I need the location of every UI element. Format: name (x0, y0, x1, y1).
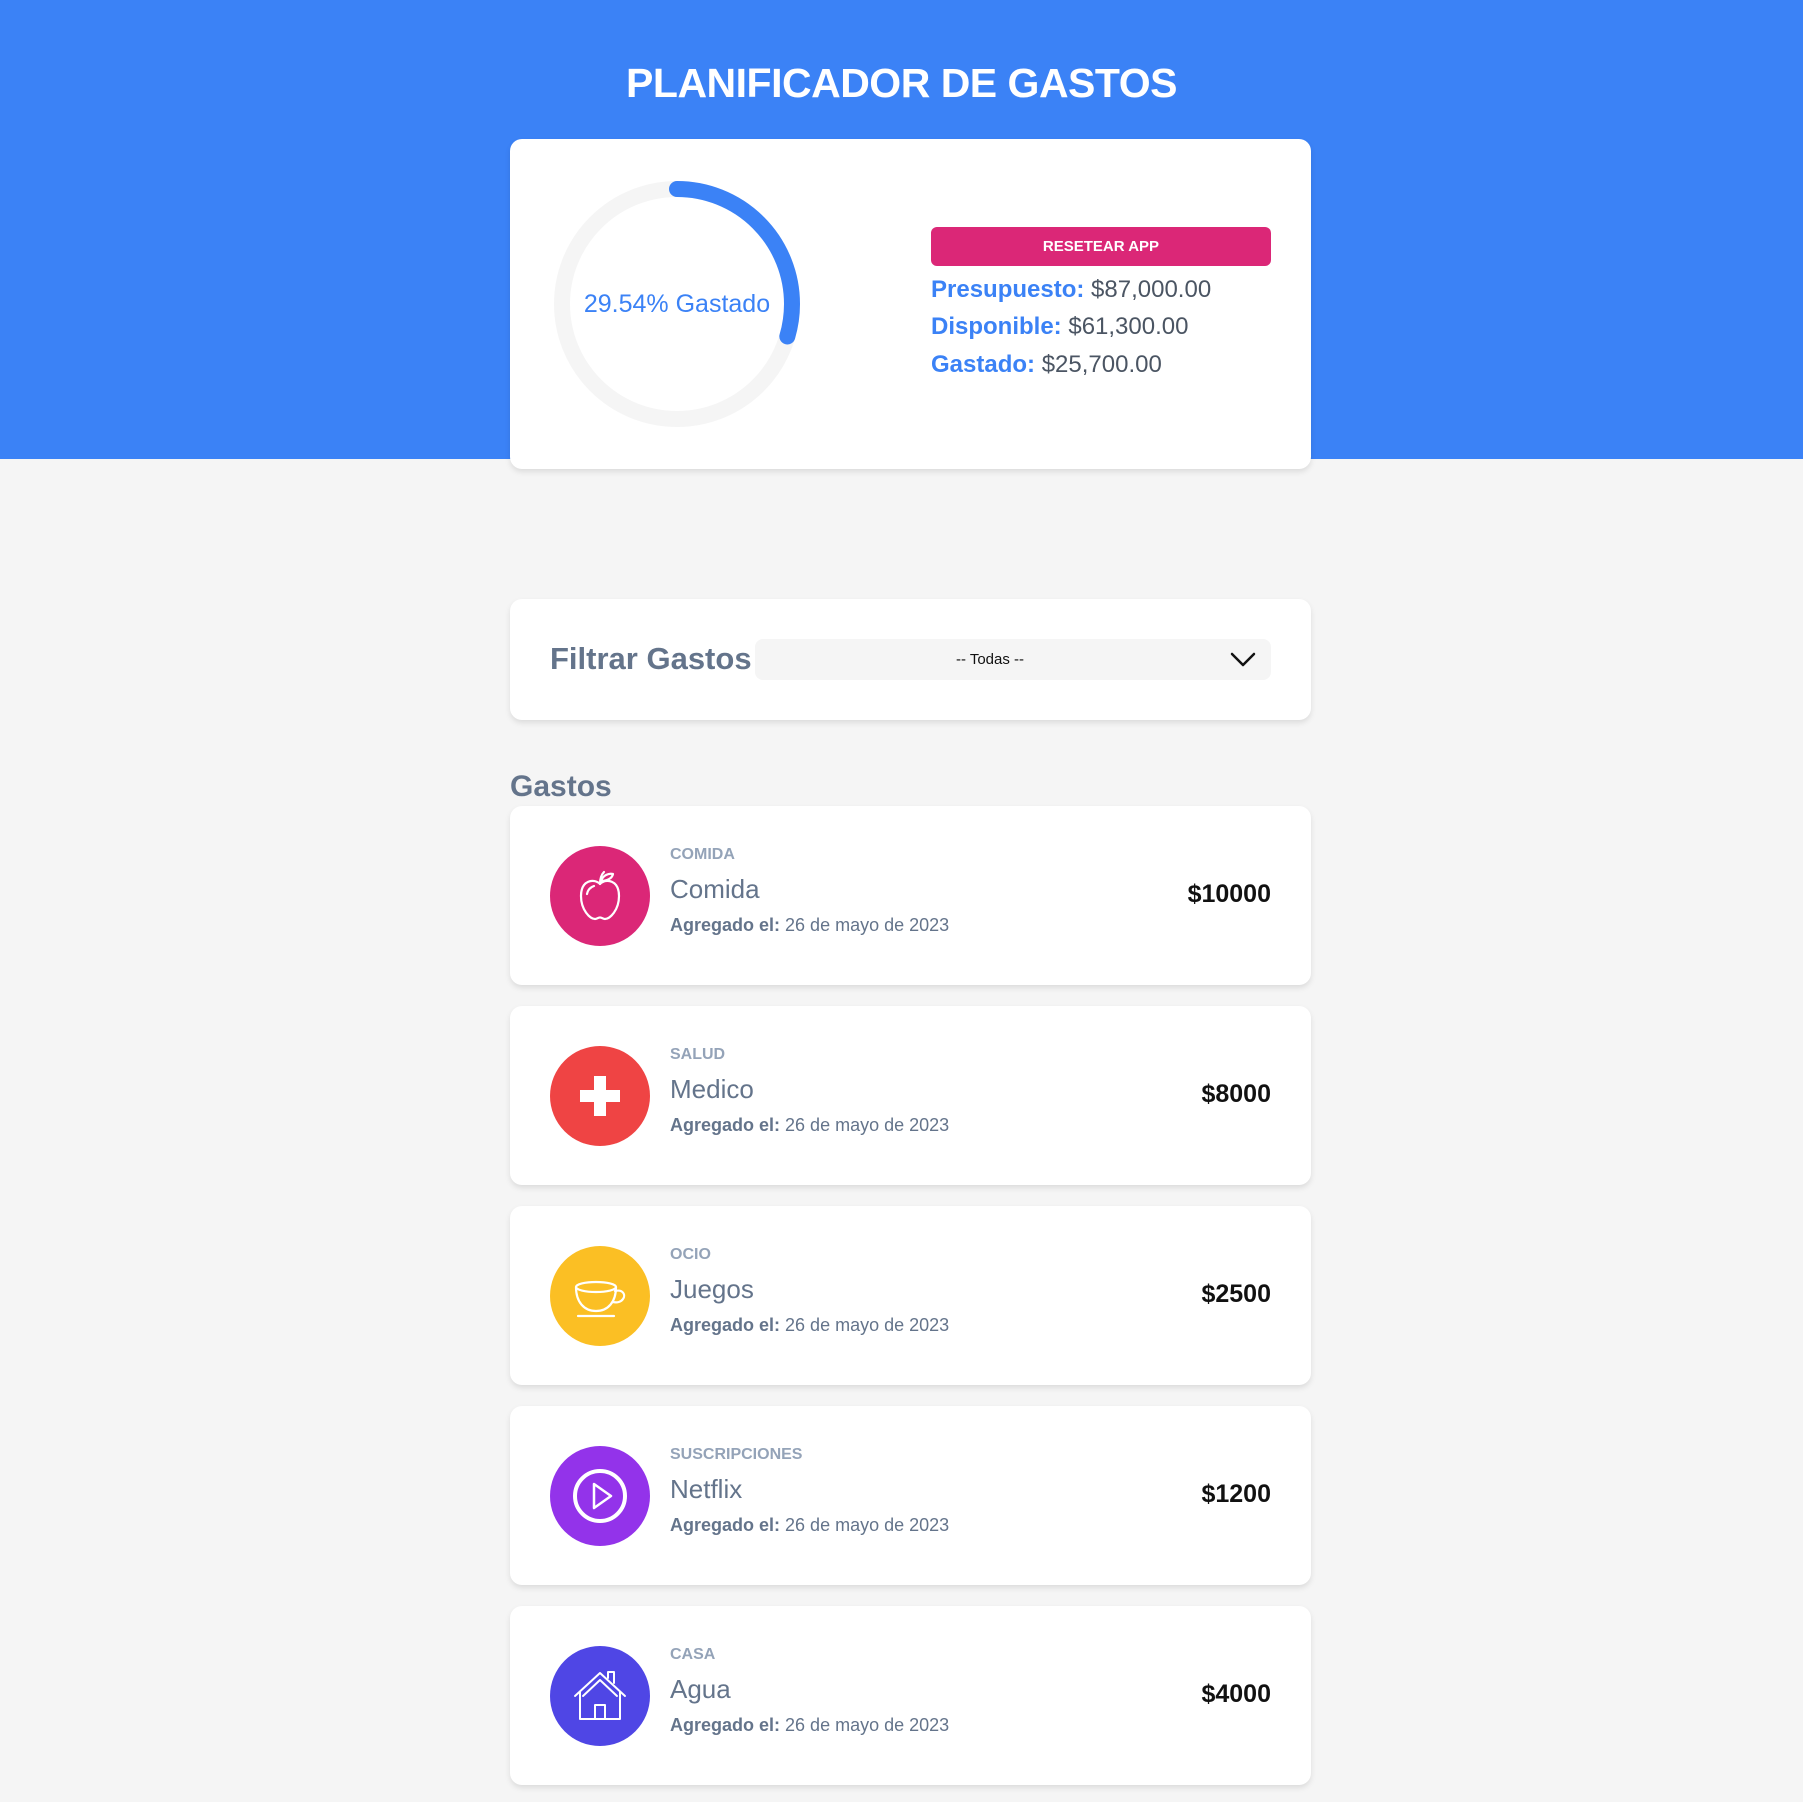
expense-date-label: Agregado el: (670, 1515, 781, 1535)
expense-date: Agregado el: 26 de mayo de 2023 (670, 1715, 949, 1736)
expense-date: Agregado el: 26 de mayo de 2023 (670, 1115, 949, 1136)
expense-category: CASA (670, 1646, 716, 1663)
expense-amount: $10000 (1187, 880, 1271, 908)
filter-card: Filtrar Gastos -- Todas -- (510, 599, 1311, 720)
expense-date: Agregado el: 26 de mayo de 2023 (670, 915, 949, 936)
disponible-label: Disponible: (931, 313, 1062, 340)
category-filter-select[interactable]: -- Todas -- (755, 639, 1271, 680)
reset-app-button[interactable]: RESETEAR APP (931, 227, 1271, 266)
expense-card[interactable]: OCIO Juegos Agregado el: 26 de mayo de 2… (510, 1206, 1311, 1385)
apple-icon (550, 846, 650, 946)
expense-date: Agregado el: 26 de mayo de 2023 (670, 1315, 949, 1336)
expense-date-label: Agregado el: (670, 1715, 781, 1735)
disponible-value: $61,300.00 (1068, 313, 1189, 340)
expense-date-value: 26 de mayo de 2023 (785, 915, 950, 935)
gastado-value: $25,700.00 (1041, 351, 1162, 378)
expense-name: Medico (670, 1074, 754, 1104)
play-icon (550, 1446, 650, 1546)
expenses-title: Gastos (510, 770, 612, 803)
expense-date-label: Agregado el: (670, 1315, 781, 1335)
presupuesto-value: $87,000.00 (1091, 276, 1212, 303)
expense-name: Agua (670, 1674, 731, 1704)
expense-card[interactable]: SALUD Medico Agregado el: 26 de mayo de … (510, 1006, 1311, 1185)
expense-amount: $2500 (1201, 1280, 1271, 1308)
expense-date-label: Agregado el: (670, 915, 781, 935)
budget-presupuesto: Presupuesto: $87,000.00 (931, 276, 1211, 304)
house-icon (550, 1646, 650, 1746)
expense-name: Juegos (670, 1274, 754, 1304)
budget-gastado: Gastado: $25,700.00 (931, 351, 1162, 379)
presupuesto-label: Presupuesto: (931, 276, 1085, 303)
expense-name: Netflix (670, 1474, 743, 1504)
cup-icon (550, 1246, 650, 1346)
expense-name: Comida (670, 874, 760, 904)
progress-label: 29.54% Gastado (583, 289, 771, 318)
expense-amount: $4000 (1201, 1680, 1271, 1708)
expense-date-value: 26 de mayo de 2023 (785, 1515, 950, 1535)
expense-date-value: 26 de mayo de 2023 (785, 1315, 950, 1335)
gastado-label: Gastado: (931, 351, 1036, 378)
expense-date-value: 26 de mayo de 2023 (785, 1115, 950, 1135)
expense-category: OCIO (670, 1246, 711, 1263)
expense-date-value: 26 de mayo de 2023 (785, 1715, 950, 1735)
chevron-down-icon (1230, 652, 1256, 667)
medical-cross-icon (550, 1046, 650, 1146)
expense-date: Agregado el: 26 de mayo de 2023 (670, 1515, 949, 1536)
expense-category: SALUD (670, 1046, 726, 1063)
filter-selected-value: -- Todas -- (955, 651, 1025, 668)
budget-disponible: Disponible: $61,300.00 (931, 313, 1188, 341)
budget-progress-ring: 29.54% Gastado (550, 177, 804, 431)
expense-card[interactable]: COMIDA Comida Agregado el: 26 de mayo de… (510, 806, 1311, 985)
expense-card[interactable]: SUSCRIPCIONES Netflix Agregado el: 26 de… (510, 1406, 1311, 1585)
expense-amount: $8000 (1201, 1080, 1271, 1108)
app-title: PLANIFICADOR DE GASTOS (626, 60, 1177, 106)
expense-amount: $1200 (1201, 1480, 1271, 1508)
expense-date-label: Agregado el: (670, 1115, 781, 1135)
budget-card: 29.54% Gastado RESETEAR APP Presupuesto:… (510, 139, 1311, 469)
expense-category: SUSCRIPCIONES (670, 1446, 803, 1463)
expense-card[interactable]: CASA Agua Agregado el: 26 de mayo de 202… (510, 1606, 1311, 1785)
filter-label: Filtrar Gastos (550, 641, 752, 676)
expense-category: COMIDA (670, 846, 735, 863)
